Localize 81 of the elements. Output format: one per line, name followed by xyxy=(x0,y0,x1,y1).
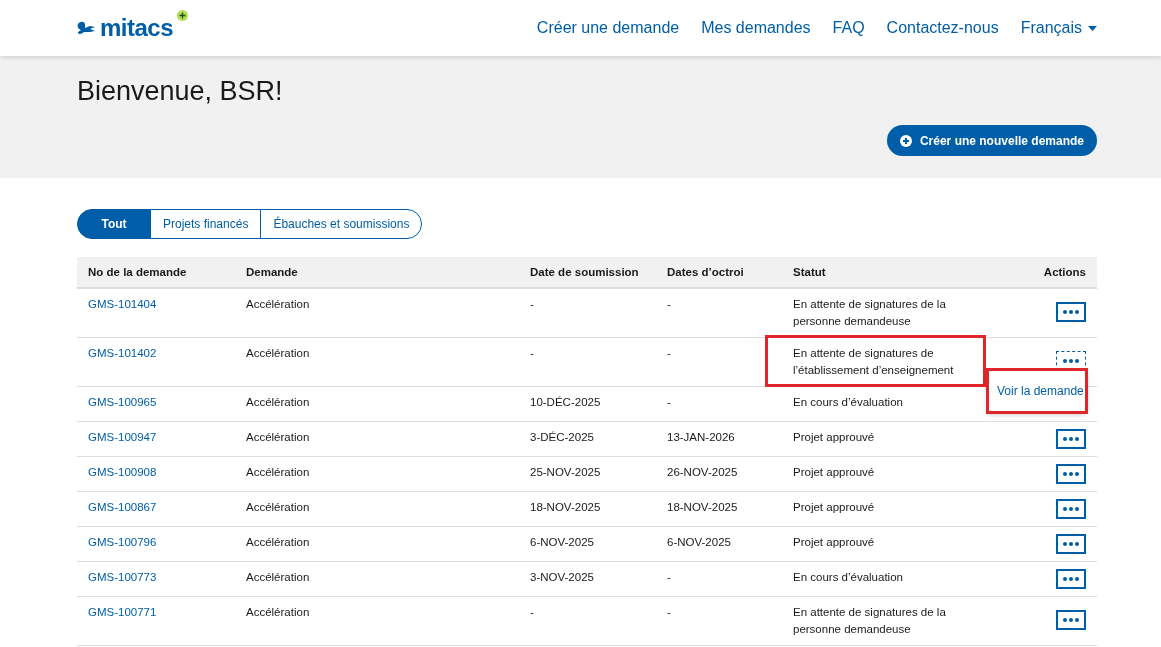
nav-link[interactable]: Créer une demande xyxy=(536,19,680,37)
more-icon xyxy=(1063,359,1079,363)
more-icon xyxy=(1063,542,1079,546)
table-cell: - xyxy=(530,298,534,310)
table-cell: Accélération xyxy=(246,536,310,548)
table-cell: - xyxy=(667,298,671,310)
column-header: Dates d’octroi xyxy=(656,257,782,288)
more-icon xyxy=(1063,618,1079,622)
filter-tab[interactable]: Tout xyxy=(77,209,151,239)
status-text: Projet approuvé xyxy=(793,431,875,443)
actions-button[interactable] xyxy=(1056,569,1086,589)
table-cell: 3-DÉC-2025 xyxy=(530,431,594,443)
request-link[interactable]: GMS-100908 xyxy=(88,466,157,478)
table-cell: - xyxy=(667,571,671,583)
request-link[interactable]: GMS-101402 xyxy=(88,347,157,359)
table-cell: - xyxy=(667,606,671,618)
table-cell: - xyxy=(530,606,534,618)
more-icon xyxy=(1063,472,1079,476)
table-cell: Accélération xyxy=(246,396,310,408)
plus-circle-icon xyxy=(899,134,912,147)
nav-link[interactable]: Français xyxy=(1020,19,1097,37)
table-cell: 13-JAN-2026 xyxy=(667,431,735,443)
status-text: En attente de signatures de la personne demandeuse xyxy=(793,298,946,327)
nav-link[interactable]: Contactez-nous xyxy=(886,19,999,37)
new-request-button[interactable]: Créer une nouvelle demande xyxy=(886,125,1097,156)
request-link[interactable]: GMS-100965 xyxy=(88,396,157,408)
logo-text: mitacs xyxy=(100,14,174,42)
table-cell: Accélération xyxy=(246,298,310,310)
table-cell: - xyxy=(667,347,671,359)
request-link[interactable]: GMS-100867 xyxy=(88,501,157,513)
table-cell: Accélération xyxy=(246,466,310,478)
nav-link[interactable]: Mes demandes xyxy=(701,19,811,37)
table-cell: Accélération xyxy=(246,571,310,583)
more-icon xyxy=(1063,577,1079,581)
page-title: Bienvenue, BSR! xyxy=(77,76,284,107)
request-link[interactable]: GMS-100773 xyxy=(88,571,157,583)
nav-link[interactable]: FAQ xyxy=(832,19,865,37)
request-link[interactable]: GMS-100771 xyxy=(88,606,157,618)
status-text: En cours d’évaluation xyxy=(793,571,903,583)
table-cell: - xyxy=(530,347,534,359)
actions-button[interactable] xyxy=(1056,610,1086,630)
more-icon xyxy=(1063,437,1079,441)
actions-button[interactable] xyxy=(1056,302,1086,322)
actions-button[interactable] xyxy=(1056,429,1086,449)
table-cell: Accélération xyxy=(246,431,310,443)
table-cell: 18-NOV-2025 xyxy=(530,501,601,513)
more-icon xyxy=(1063,507,1079,511)
request-link[interactable]: GMS-100947 xyxy=(88,431,157,443)
status-text: Projet approuvé xyxy=(793,536,875,548)
table-cell: 25-NOV-2025 xyxy=(530,466,601,478)
plus-icon xyxy=(177,10,189,21)
table-cell: Accélération xyxy=(246,606,310,618)
table-cell: 26-NOV-2025 xyxy=(667,466,738,478)
actions-button[interactable] xyxy=(1056,499,1086,519)
logo-icon xyxy=(77,21,96,35)
actions-button[interactable] xyxy=(1056,534,1086,554)
table-cell: - xyxy=(667,396,671,408)
table-cell: 3-NOV-2025 xyxy=(530,571,594,583)
actions-button[interactable] xyxy=(1056,464,1086,484)
status-text: En attente de signatures de l’établissement d’enseignement xyxy=(793,347,954,376)
table-cell: 10-DÉC-2025 xyxy=(530,396,601,408)
request-link[interactable]: GMS-101404 xyxy=(88,298,157,310)
request-link[interactable]: GMS-100796 xyxy=(88,536,157,548)
menu-item[interactable]: Voir la demande xyxy=(988,383,1086,400)
status-text: En attente de signatures de la personne demandeuse xyxy=(793,606,946,635)
column-header: Date de soumission xyxy=(519,257,656,288)
column-header: Statut xyxy=(782,257,987,288)
more-icon xyxy=(1063,310,1079,314)
filter-tab[interactable]: Ébauches et soumissions xyxy=(260,209,423,239)
column-header: No de la demande xyxy=(77,257,235,288)
status-text: En cours d’évaluation xyxy=(793,396,903,408)
column-header: Actions xyxy=(987,257,1097,288)
table-cell: 6-NOV-2025 xyxy=(667,536,731,548)
status-text: Projet approuvé xyxy=(793,466,875,478)
status-text: Projet approuvé xyxy=(793,501,875,513)
filter-tab[interactable]: Projets financés xyxy=(150,209,262,239)
table-cell: Accélération xyxy=(246,501,310,513)
table-cell: 6-NOV-2025 xyxy=(530,536,594,548)
column-header: Demande xyxy=(235,257,519,288)
table-cell: Accélération xyxy=(246,347,310,359)
table-cell: 18-NOV-2025 xyxy=(667,501,738,513)
